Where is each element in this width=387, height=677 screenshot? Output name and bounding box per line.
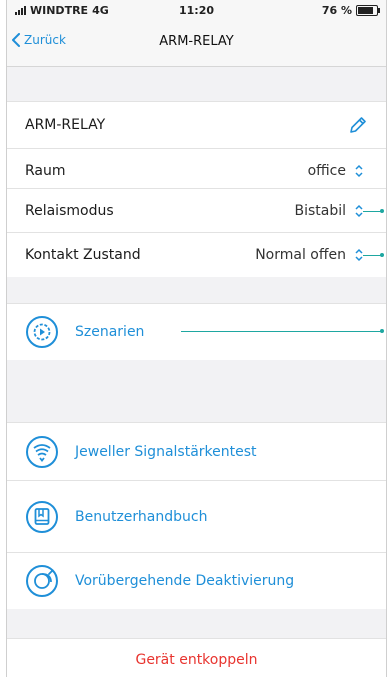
device-name: ARM-RELAY bbox=[25, 117, 106, 133]
navigation-bar: Zurück ARM-RELAY bbox=[7, 20, 386, 67]
device-name-row[interactable]: ARM-RELAY bbox=[7, 101, 386, 149]
relay-mode-row[interactable]: Relaismodus Bistabil bbox=[7, 188, 386, 233]
callout-dot-scenarios bbox=[380, 329, 384, 333]
relay-mode-label: Relaismodus bbox=[25, 203, 114, 219]
manual-book-icon bbox=[26, 501, 58, 533]
contact-state-value: Normal offen bbox=[255, 247, 346, 263]
callout-dot-relay-mode bbox=[380, 209, 384, 213]
battery-info: 76 % bbox=[321, 4, 380, 17]
callout-line-relay-mode bbox=[363, 211, 381, 212]
signal-test-label: Jeweller Signalstärkentest bbox=[75, 444, 257, 460]
scenarios-icon bbox=[26, 316, 58, 348]
chevron-updown-icon bbox=[355, 164, 363, 178]
signal-strength-icon bbox=[26, 436, 58, 468]
scenarios-label: Szenarien bbox=[75, 324, 145, 340]
manual-row[interactable]: Benutzerhandbuch bbox=[7, 480, 386, 553]
callout-line-contact-state bbox=[363, 255, 381, 256]
contact-state-label: Kontakt Zustand bbox=[25, 247, 141, 263]
phone-screen: WINDTRE 4G 11:20 76 % Zurück ARM-RELAY A… bbox=[6, 0, 387, 677]
page-title: ARM-RELAY bbox=[159, 34, 234, 49]
signal-test-row[interactable]: Jeweller Signalstärkentest bbox=[7, 422, 386, 481]
status-bar: WINDTRE 4G 11:20 76 % bbox=[7, 0, 386, 20]
temp-deactivation-row[interactable]: Vorübergehende Deaktivierung bbox=[7, 552, 386, 609]
callout-line-scenarios bbox=[181, 331, 381, 332]
callout-dot-contact-state bbox=[380, 253, 384, 257]
unpair-row[interactable]: Gerät entkoppeln bbox=[7, 638, 386, 677]
battery-percent: 76 % bbox=[321, 4, 352, 17]
temp-deactivation-label: Vorübergehende Deaktivierung bbox=[75, 573, 295, 589]
edit-pencil-icon[interactable] bbox=[348, 115, 368, 135]
battery-icon bbox=[356, 5, 380, 16]
unpair-button[interactable]: Gerät entkoppeln bbox=[7, 639, 386, 677]
contact-state-row[interactable]: Kontakt Zustand Normal offen bbox=[7, 232, 386, 277]
relay-mode-value: Bistabil bbox=[294, 203, 346, 219]
manual-label: Benutzerhandbuch bbox=[75, 509, 208, 525]
deactivation-icon bbox=[26, 565, 58, 597]
